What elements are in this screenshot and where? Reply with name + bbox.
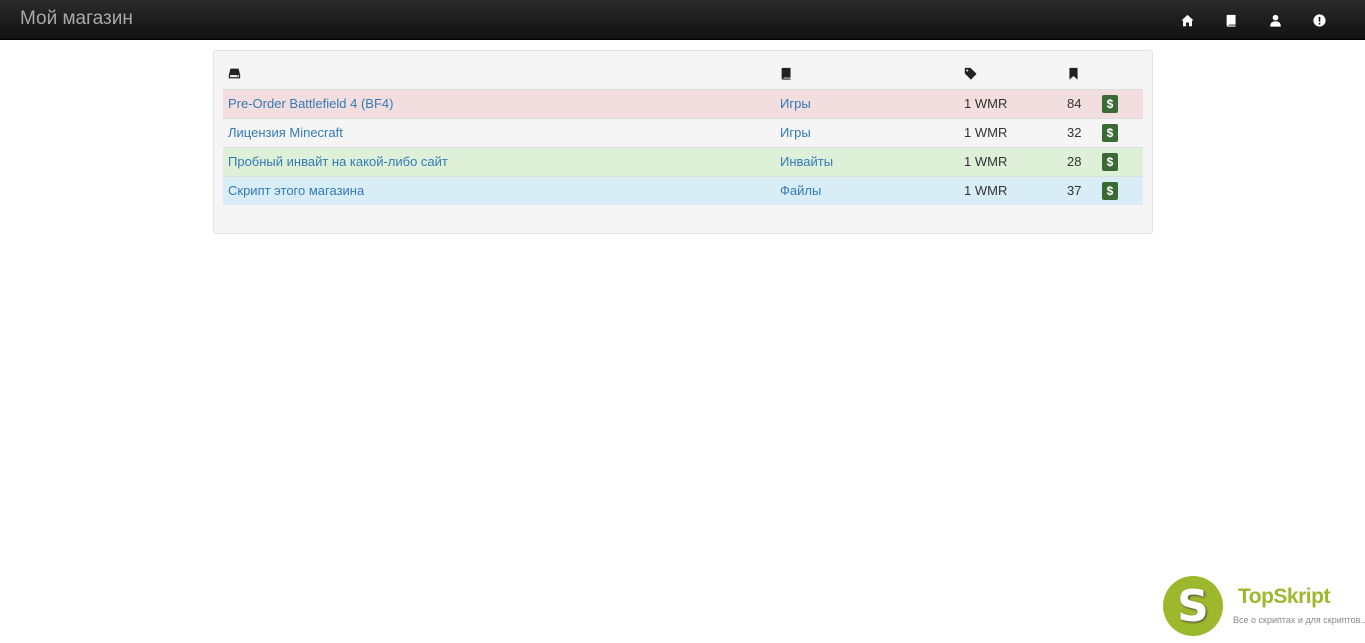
nav-home-button[interactable] — [1165, 0, 1209, 40]
category-link[interactable]: Игры — [780, 96, 811, 111]
hdd-icon — [228, 68, 241, 78]
product-name-link[interactable]: Лицензия Minecraft — [228, 125, 343, 140]
count-cell: 32 — [1062, 117, 1097, 147]
table-header-row — [223, 60, 1143, 89]
product-name-cell: Скрипт этого магазина — [223, 175, 775, 205]
table-row: Скрипт этого магазина Файлы 1 WMR 37 $ — [223, 175, 1143, 205]
tag-icon — [964, 67, 977, 80]
topskript-watermark: S TopSkript Все о скриптах и для скрипто… — [1160, 573, 1365, 643]
category-link[interactable]: Инвайты — [780, 154, 833, 169]
product-name-cell: Pre-Order Battlefield 4 (BF4) — [223, 88, 775, 118]
count-cell: 28 — [1062, 146, 1097, 176]
book-icon — [781, 67, 791, 80]
header-category — [775, 60, 959, 89]
product-name-cell: Пробный инвайт на какой-либо сайт — [223, 146, 775, 176]
logo-name: TopSkript — [1238, 585, 1330, 608]
table-row: Pre-Order Battlefield 4 (BF4) Игры 1 WMR 84… — [223, 88, 1143, 118]
logo-letter: S — [1177, 580, 1209, 632]
buy-button[interactable]: $ — [1102, 152, 1118, 171]
category-link[interactable]: Файлы — [780, 183, 821, 198]
buy-button[interactable]: $ — [1102, 181, 1118, 200]
buy-cell: $ — [1097, 146, 1143, 176]
logo-tagline: Все о скриптах и для скриптов... — [1233, 615, 1365, 625]
nav-icons — [1165, 0, 1341, 40]
product-name-link[interactable]: Пробный инвайт на какой-либо сайт — [228, 154, 448, 169]
category-link[interactable]: Игры — [780, 125, 811, 140]
brand-link[interactable]: Мой магазин — [20, 8, 133, 30]
header-buy — [1097, 60, 1143, 89]
product-name-link[interactable]: Pre-Order Battlefield 4 (BF4) — [228, 96, 393, 111]
category-cell: Игры — [775, 117, 959, 147]
product-name-link[interactable]: Скрипт этого магазина — [228, 183, 364, 198]
price-cell: 1 WMR — [959, 175, 1062, 205]
price-cell: 1 WMR — [959, 146, 1062, 176]
navbar: Мой магазин — [0, 0, 1365, 40]
buy-button[interactable]: $ — [1102, 123, 1118, 142]
nav-info-button[interactable] — [1297, 0, 1341, 40]
table-row: Пробный инвайт на какой-либо сайт Инвайты… — [223, 146, 1143, 176]
header-count — [1062, 60, 1097, 89]
buy-button[interactable]: $ — [1102, 94, 1118, 113]
exclamation-icon — [1312, 13, 1326, 27]
user-icon — [1269, 14, 1281, 27]
category-cell: Инвайты — [775, 146, 959, 176]
count-cell: 84 — [1062, 88, 1097, 118]
count-cell: 37 — [1062, 175, 1097, 205]
price-cell: 1 WMR — [959, 117, 1062, 147]
bookmark-icon — [1069, 67, 1078, 80]
header-price — [959, 60, 1062, 89]
header-name — [223, 60, 775, 89]
category-cell: Игры — [775, 88, 959, 118]
home-icon — [1180, 14, 1194, 26]
buy-cell: $ — [1097, 175, 1143, 205]
products-table: Pre-Order Battlefield 4 (BF4) Игры 1 WMR 84… — [223, 60, 1143, 205]
products-panel: Pre-Order Battlefield 4 (BF4) Игры 1 WMR 84… — [213, 50, 1153, 234]
table-row: Лицензия Minecraft Игры 1 WMR 32 $ — [223, 117, 1143, 147]
category-cell: Файлы — [775, 175, 959, 205]
product-name-cell: Лицензия Minecraft — [223, 117, 775, 147]
price-cell: 1 WMR — [959, 88, 1062, 118]
book-icon — [1226, 14, 1236, 27]
buy-cell: $ — [1097, 88, 1143, 118]
nav-user-button[interactable] — [1253, 0, 1297, 40]
buy-cell: $ — [1097, 117, 1143, 147]
nav-catalog-button[interactable] — [1209, 0, 1253, 40]
